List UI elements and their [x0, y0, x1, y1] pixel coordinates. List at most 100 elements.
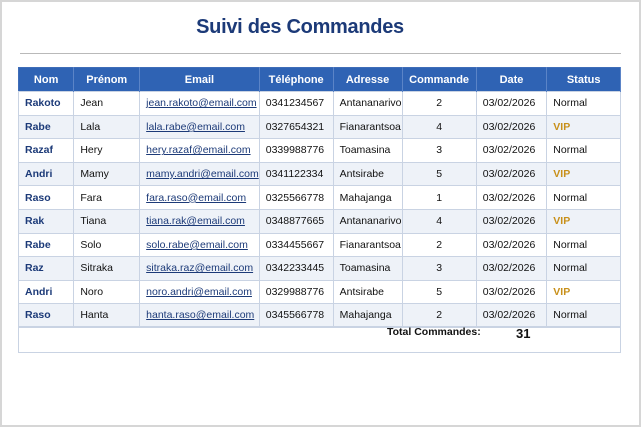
email-link[interactable]: sitraka.raz@email.com [139, 256, 260, 281]
cell-prénom: Noro [73, 279, 141, 305]
email-link[interactable]: mamy.andri@email.com [139, 161, 260, 187]
cell-prénom: Jean [73, 91, 141, 116]
cell-nom: Razaf [17, 138, 75, 163]
total-value: 31 [516, 326, 531, 342]
table-row: Rabe Solo solo.rabe@email.com 0334455667 Fia… [17, 232, 621, 258]
cell-date: 03/02/2026 [475, 303, 548, 328]
table-row: Raso Hanta hanta.raso@email.com 0345566778 M… [17, 303, 621, 328]
cell-téléphone: 0341234567 [258, 91, 334, 116]
cell-adresse: Toamasina [332, 256, 403, 281]
cell-téléphone: 0342233445 [258, 256, 334, 281]
cell-status: VIP [546, 114, 621, 140]
cell-téléphone: 0329988776 [258, 279, 334, 305]
cell-prénom: Lala [73, 114, 141, 140]
table-row: Raso Fara fara.raso@email.com 0325566778 Mah… [17, 185, 621, 210]
cell-téléphone: 0339988776 [258, 138, 334, 163]
cell-status: Normal [546, 138, 621, 163]
cell-status: Normal [546, 185, 621, 210]
cell-prénom: Sitraka [73, 256, 141, 281]
cell-nom: Rabe [17, 114, 75, 140]
cell-date: 03/02/2026 [475, 138, 548, 163]
cell-prénom: Fara [73, 185, 141, 210]
column-header[interactable]: Status [546, 67, 621, 92]
page-title: Suivi des Commandes [196, 16, 404, 38]
column-header[interactable]: Adresse [333, 67, 403, 92]
cell-date: 03/02/2026 [475, 185, 548, 210]
cell-nom: Rak [17, 208, 75, 234]
email-link[interactable]: tiana.rak@email.com [139, 208, 260, 234]
cell-commande: 3 [401, 256, 477, 281]
cell-date: 03/02/2026 [475, 232, 548, 258]
email-link[interactable]: solo.rabe@email.com [139, 232, 260, 258]
cell-date: 03/02/2026 [475, 256, 548, 281]
cell-téléphone: 0345566778 [258, 303, 334, 328]
cell-adresse: Antsirabe [332, 161, 403, 187]
cell-adresse: Antsirabe [332, 279, 403, 305]
column-header[interactable]: Téléphone [259, 67, 334, 92]
cell-adresse: Antananarivo [332, 91, 403, 116]
cell-prénom: Tiana [73, 208, 141, 234]
cell-commande: 1 [401, 185, 477, 210]
cell-commande: 4 [401, 208, 477, 234]
cell-prénom: Mamy [73, 161, 141, 187]
cell-status: VIP [546, 279, 621, 305]
cell-téléphone: 0334455667 [258, 232, 334, 258]
cell-adresse: Toamasina [332, 138, 403, 163]
table-row: Razaf Hery hery.razaf@email.com 0339988776 T… [17, 138, 621, 163]
email-link[interactable]: lala.rabe@email.com [139, 114, 260, 140]
table-row: Andri Mamy mamy.andri@email.com 0341122334 A… [17, 161, 621, 187]
cell-commande: 3 [401, 138, 477, 163]
cell-nom: Rabe [17, 232, 75, 258]
cell-status: Normal [546, 303, 621, 328]
cell-téléphone: 0341122334 [258, 161, 334, 187]
cell-date: 03/02/2026 [475, 279, 548, 305]
cell-commande: 2 [401, 232, 477, 258]
cell-téléphone: 0327654321 [258, 114, 334, 140]
table-row: Rabe Lala lala.rabe@email.com 0327654321 Fia… [17, 114, 621, 140]
column-header[interactable]: Commande [402, 67, 477, 92]
email-link[interactable]: noro.andri@email.com [139, 279, 260, 305]
cell-adresse: Antananarivo [332, 208, 403, 234]
cell-commande: 2 [401, 303, 477, 328]
cell-nom: Raz [17, 256, 75, 281]
cell-date: 03/02/2026 [475, 114, 548, 140]
cell-téléphone: 0348877665 [258, 208, 334, 234]
cell-date: 03/02/2026 [475, 91, 548, 116]
column-header[interactable]: Nom [18, 67, 75, 92]
email-link[interactable]: hanta.raso@email.com [139, 303, 260, 328]
table-row: Rak Tiana tiana.rak@email.com 0348877665 Ant… [17, 208, 621, 234]
cell-prénom: Hery [73, 138, 141, 163]
cell-status: VIP [546, 161, 621, 187]
cell-prénom: Hanta [73, 303, 141, 328]
cell-date: 03/02/2026 [475, 208, 548, 234]
cell-commande: 5 [401, 161, 477, 187]
total-row: Total Commandes: 31 [18, 326, 621, 353]
orders-table: Nom Prénom Email Téléphone Adresse Commande Da… [17, 67, 621, 353]
email-link[interactable]: hery.razaf@email.com [139, 138, 260, 163]
cell-status: Normal [546, 91, 621, 116]
cell-nom: Rakoto [17, 91, 75, 116]
cell-adresse: Mahajanga [332, 185, 403, 210]
email-link[interactable]: fara.raso@email.com [139, 185, 260, 210]
table-row: Andri Noro noro.andri@email.com 0329988776 A… [17, 279, 621, 305]
cell-commande: 5 [401, 279, 477, 305]
cell-adresse: Fianarantsoa [332, 114, 403, 140]
cell-status: Normal [546, 256, 621, 281]
table-row: Raz Sitraka sitraka.raz@email.com 034223344… [17, 256, 621, 281]
cell-adresse: Mahajanga [332, 303, 403, 328]
column-header[interactable]: Email [139, 67, 260, 92]
title-divider [20, 53, 621, 54]
cell-nom: Andri [17, 279, 75, 305]
cell-téléphone: 0325566778 [258, 185, 334, 210]
cell-nom: Andri [17, 161, 75, 187]
email-link[interactable]: jean.rakoto@email.com [139, 91, 260, 116]
cell-commande: 4 [401, 114, 477, 140]
total-label: Total Commandes: [387, 326, 481, 339]
cell-adresse: Fianarantsoa [332, 232, 403, 258]
cell-nom: Raso [17, 303, 75, 328]
cell-date: 03/02/2026 [475, 161, 548, 187]
column-header[interactable]: Date [476, 67, 548, 92]
table-row: Rakoto Jean jean.rakoto@email.com 034123456… [17, 91, 621, 116]
cell-commande: 2 [401, 91, 477, 116]
column-header[interactable]: Prénom [73, 67, 141, 92]
